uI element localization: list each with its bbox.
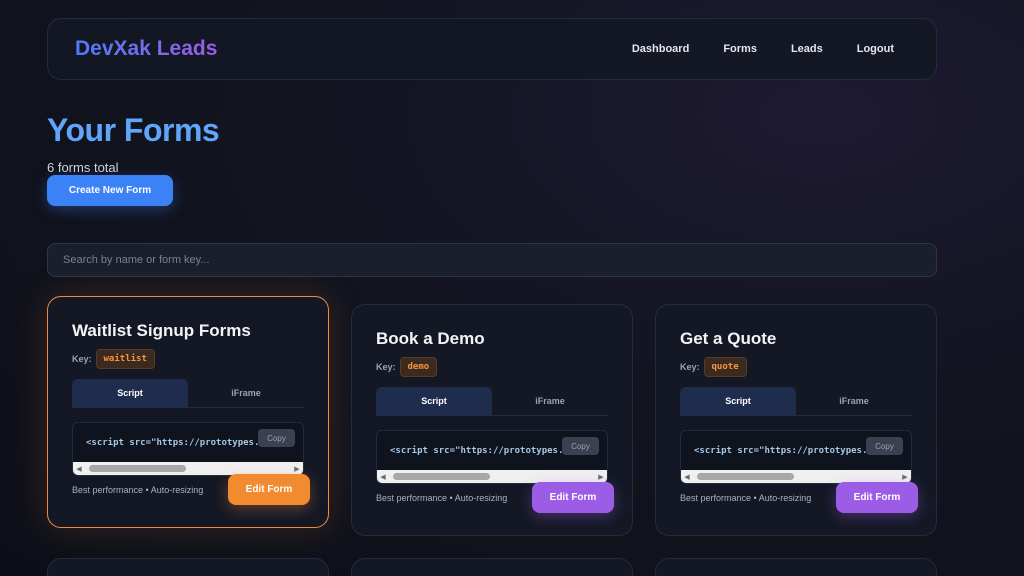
embed-tabs: Script iFrame	[72, 379, 304, 408]
embed-footer-text: Best performance • Auto-resizing	[72, 484, 204, 495]
form-card-footer: Best performance • Auto-resizing Edit Fo…	[376, 482, 614, 513]
edit-form-button[interactable]: Edit Form	[836, 482, 918, 513]
embed-footer-text: Best performance • Auto-resizing	[680, 492, 812, 503]
embed-tabs: Script iFrame	[680, 387, 912, 416]
forms-count: 6 forms total	[47, 160, 119, 175]
embed-code-box: <script src="https://prototypes.devxak C…	[376, 430, 608, 484]
search-input[interactable]	[47, 243, 937, 277]
scroll-thumb[interactable]	[697, 473, 794, 480]
form-card-quote: Get a Quote Key: quote Script iFrame <sc…	[655, 304, 937, 536]
form-key-label: Key:	[72, 354, 92, 364]
tab-iframe[interactable]: iFrame	[796, 387, 912, 415]
tab-script[interactable]: Script	[376, 387, 492, 415]
form-card-partial	[655, 558, 937, 576]
scroll-right-icon[interactable]: ▶	[899, 473, 911, 481]
scroll-left-icon[interactable]: ◀	[377, 473, 389, 481]
embed-code-box: <script src="https://prototypes.devxak C…	[680, 430, 912, 484]
nav-link-leads[interactable]: Leads	[791, 43, 823, 55]
tab-iframe[interactable]: iFrame	[492, 387, 608, 415]
form-key-row: Key: quote	[680, 357, 912, 377]
scroll-thumb[interactable]	[393, 473, 490, 480]
form-key-badge: quote	[703, 357, 747, 377]
form-card-partial	[351, 558, 633, 576]
embed-code-box: <script src="https://prototypes.devxak C…	[72, 422, 304, 476]
nav-link-logout[interactable]: Logout	[857, 43, 894, 55]
edit-form-button[interactable]: Edit Form	[228, 474, 310, 505]
form-card-footer: Best performance • Auto-resizing Edit Fo…	[680, 482, 918, 513]
form-key-row: Key: waitlist	[72, 349, 304, 369]
copy-button[interactable]: Copy	[866, 437, 903, 455]
embed-footer-text: Best performance • Auto-resizing	[376, 492, 508, 503]
brand-logo[interactable]: DevXak Leads	[75, 37, 217, 61]
scroll-thumb[interactable]	[89, 465, 186, 472]
scroll-right-icon[interactable]: ▶	[595, 473, 607, 481]
tab-script[interactable]: Script	[72, 379, 188, 407]
copy-button[interactable]: Copy	[258, 429, 295, 447]
form-card-partial	[47, 558, 329, 576]
form-card-title: Get a Quote	[680, 329, 777, 348]
form-card-waitlist: Waitlist Signup Forms Key: waitlist Scri…	[47, 296, 329, 528]
form-key-row: Key: demo	[376, 357, 608, 377]
top-navbar: DevXak Leads Dashboard Forms Leads Logou…	[47, 18, 937, 80]
form-card-title: Book a Demo	[376, 329, 485, 348]
form-key-label: Key:	[680, 362, 700, 372]
form-card-demo: Book a Demo Key: demo Script iFrame <scr…	[351, 304, 633, 536]
nav-links: Dashboard Forms Leads Logout	[632, 43, 894, 55]
scroll-left-icon[interactable]: ◀	[681, 473, 693, 481]
nav-link-forms[interactable]: Forms	[723, 43, 757, 55]
form-key-badge: demo	[399, 357, 438, 377]
create-new-form-button[interactable]: Create New Form	[47, 175, 173, 206]
form-card-footer: Best performance • Auto-resizing Edit Fo…	[72, 474, 310, 505]
copy-button[interactable]: Copy	[562, 437, 599, 455]
embed-tabs: Script iFrame	[376, 387, 608, 416]
form-card-title: Waitlist Signup Forms	[72, 321, 251, 340]
tab-script[interactable]: Script	[680, 387, 796, 415]
form-key-label: Key:	[376, 362, 396, 372]
edit-form-button[interactable]: Edit Form	[532, 482, 614, 513]
tab-iframe[interactable]: iFrame	[188, 379, 304, 407]
page-title: Your Forms	[47, 112, 220, 148]
scroll-right-icon[interactable]: ▶	[291, 465, 303, 473]
nav-link-dashboard[interactable]: Dashboard	[632, 43, 689, 55]
form-key-badge: waitlist	[95, 349, 155, 369]
scroll-left-icon[interactable]: ◀	[73, 465, 85, 473]
